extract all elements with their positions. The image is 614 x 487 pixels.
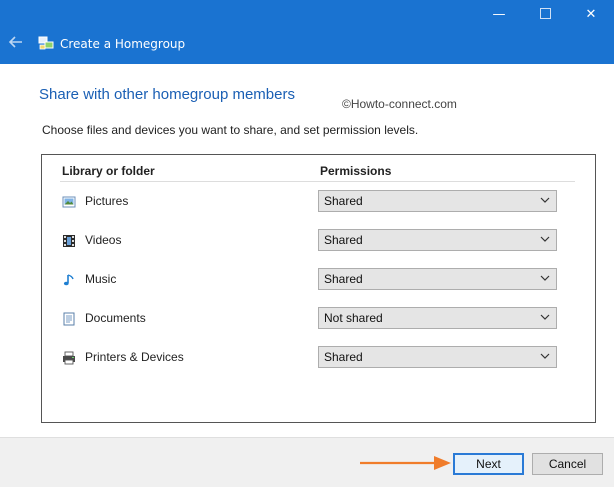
back-button[interactable] bbox=[8, 34, 26, 52]
permission-select-videos[interactable]: Shared bbox=[318, 229, 557, 251]
permission-select-documents[interactable]: Not shared bbox=[318, 307, 557, 329]
chevron-down-icon bbox=[540, 314, 550, 320]
table-row-pictures: Pictures Shared bbox=[42, 190, 595, 216]
table-row-printers: Printers & Devices Shared bbox=[42, 346, 595, 372]
pictures-icon bbox=[62, 196, 76, 208]
chevron-down-icon bbox=[540, 275, 550, 281]
permission-value-pictures: Shared bbox=[324, 194, 363, 208]
minimize-icon: — bbox=[492, 7, 506, 22]
maximize-icon bbox=[539, 7, 551, 19]
annotation-arrow-icon bbox=[360, 456, 451, 470]
next-button[interactable]: Next bbox=[453, 453, 524, 475]
permission-select-pictures[interactable]: Shared bbox=[318, 190, 557, 212]
back-arrow-icon bbox=[8, 36, 22, 48]
chevron-down-icon bbox=[540, 197, 550, 203]
window-title: Create a Homegroup bbox=[60, 37, 186, 51]
permissions-column-header: Permissions bbox=[320, 164, 392, 178]
row-label-music: Music bbox=[85, 272, 117, 286]
chevron-down-icon bbox=[540, 236, 550, 242]
wizard-content: Share with other homegroup members ©Howt… bbox=[0, 64, 614, 487]
documents-icon bbox=[63, 312, 75, 326]
cancel-button[interactable]: Cancel bbox=[532, 453, 603, 475]
printer-icon bbox=[63, 351, 75, 365]
page-title: Share with other homegroup members bbox=[39, 86, 295, 103]
music-icon bbox=[63, 274, 74, 286]
permission-select-printers[interactable]: Shared bbox=[318, 346, 557, 368]
permission-value-printers: Shared bbox=[324, 350, 363, 364]
minimize-button[interactable]: — bbox=[476, 0, 522, 30]
permission-value-music: Shared bbox=[324, 272, 363, 286]
permission-select-music[interactable]: Shared bbox=[318, 268, 557, 290]
button-bar: Next Cancel bbox=[0, 437, 614, 487]
sharing-table: Library or folder Permissions Pictures S… bbox=[41, 154, 596, 423]
close-button[interactable]: ✕ bbox=[568, 0, 614, 30]
videos-icon bbox=[63, 235, 75, 247]
header-divider bbox=[60, 181, 575, 182]
chevron-down-icon bbox=[540, 353, 550, 359]
homegroup-icon bbox=[38, 36, 54, 50]
instructions-text: Choose files and devices you want to sha… bbox=[42, 123, 419, 137]
table-row-music: Music Shared bbox=[42, 268, 595, 294]
watermark: ©Howto-connect.com bbox=[342, 97, 457, 111]
close-icon: ✕ bbox=[585, 7, 597, 22]
table-row-documents: Documents Not shared bbox=[42, 307, 595, 333]
library-column-header: Library or folder bbox=[62, 164, 155, 178]
title-bar: — ✕ Create a Homegroup bbox=[0, 0, 614, 64]
permission-value-videos: Shared bbox=[324, 233, 363, 247]
row-label-pictures: Pictures bbox=[85, 194, 129, 208]
row-label-documents: Documents bbox=[85, 311, 146, 325]
row-label-videos: Videos bbox=[85, 233, 122, 247]
table-row-videos: Videos Shared bbox=[42, 229, 595, 255]
permission-value-documents: Not shared bbox=[324, 311, 383, 325]
row-label-printers: Printers & Devices bbox=[85, 350, 184, 364]
maximize-button[interactable] bbox=[522, 0, 568, 30]
